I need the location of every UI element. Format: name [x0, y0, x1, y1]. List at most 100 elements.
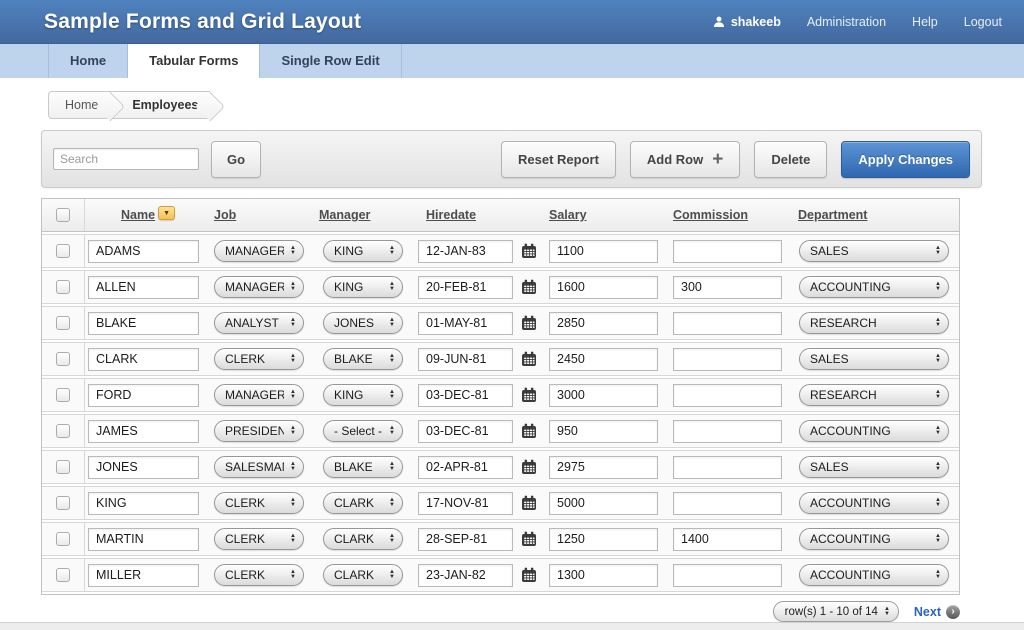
calendar-icon[interactable]	[521, 279, 537, 295]
reset-report-button[interactable]: Reset Report	[501, 141, 616, 178]
apply-changes-button[interactable]: Apply Changes	[841, 141, 970, 178]
hiredate-input[interactable]	[418, 384, 513, 407]
department-select[interactable]: SALES ▲▼	[799, 456, 949, 478]
row-range-select[interactable]: row(s) 1 - 10 of 14 ▲▼	[773, 601, 899, 622]
calendar-icon[interactable]	[521, 315, 537, 331]
commission-input[interactable]	[673, 492, 782, 515]
name-input[interactable]	[88, 312, 199, 335]
row-select-checkbox[interactable]	[56, 568, 70, 582]
manager-select[interactable]: - Select - ▲▼	[323, 420, 403, 442]
go-button[interactable]: Go	[211, 141, 261, 178]
job-select[interactable]: ANALYST ▲▼	[214, 312, 304, 334]
calendar-icon[interactable]	[521, 351, 537, 367]
salary-input[interactable]	[549, 456, 658, 479]
column-header-salary[interactable]: Salary	[549, 208, 587, 222]
manager-select[interactable]: BLAKE ▲▼	[323, 348, 403, 370]
salary-input[interactable]	[549, 276, 658, 299]
hiredate-input[interactable]	[418, 312, 513, 335]
column-header-name[interactable]: Name	[121, 208, 155, 222]
row-select-checkbox[interactable]	[56, 460, 70, 474]
hiredate-input[interactable]	[418, 492, 513, 515]
column-header-commission[interactable]: Commission	[673, 208, 748, 222]
row-select-checkbox[interactable]	[56, 496, 70, 510]
help-link[interactable]: Help	[912, 15, 938, 29]
logout-link[interactable]: Logout	[964, 15, 1002, 29]
job-select[interactable]: MANAGER ▲▼	[214, 240, 304, 262]
name-input[interactable]	[88, 240, 199, 263]
name-input[interactable]	[88, 456, 199, 479]
column-header-manager[interactable]: Manager	[319, 208, 370, 222]
hiredate-input[interactable]	[418, 564, 513, 587]
job-select[interactable]: MANAGER ▲▼	[214, 384, 304, 406]
salary-input[interactable]	[549, 348, 658, 371]
department-select[interactable]: ACCOUNTING ▲▼	[799, 420, 949, 442]
name-input[interactable]	[88, 564, 199, 587]
manager-select[interactable]: BLAKE ▲▼	[323, 456, 403, 478]
department-select[interactable]: ACCOUNTING ▲▼	[799, 492, 949, 514]
department-select[interactable]: ACCOUNTING ▲▼	[799, 564, 949, 586]
breadcrumb-home[interactable]: Home	[48, 91, 110, 119]
department-select[interactable]: SALES ▲▼	[799, 240, 949, 262]
row-select-checkbox[interactable]	[56, 280, 70, 294]
department-select[interactable]: ACCOUNTING ▲▼	[799, 528, 949, 550]
delete-button[interactable]: Delete	[754, 141, 827, 178]
column-header-job[interactable]: Job	[214, 208, 236, 222]
name-input[interactable]	[88, 420, 199, 443]
job-select[interactable]: CLERK ▲▼	[214, 528, 304, 550]
commission-input[interactable]	[673, 564, 782, 587]
manager-select[interactable]: KING ▲▼	[323, 276, 403, 298]
commission-input[interactable]	[673, 384, 782, 407]
name-input[interactable]	[88, 528, 199, 551]
job-select[interactable]: CLERK ▲▼	[214, 348, 304, 370]
column-header-department[interactable]: Department	[798, 208, 867, 222]
search-input[interactable]	[53, 148, 199, 170]
job-select[interactable]: CLERK ▲▼	[214, 564, 304, 586]
calendar-icon[interactable]	[521, 495, 537, 511]
job-select[interactable]: MANAGER ▲▼	[214, 276, 304, 298]
job-select[interactable]: SALESMAN ▲▼	[214, 456, 304, 478]
salary-input[interactable]	[549, 420, 658, 443]
hiredate-input[interactable]	[418, 456, 513, 479]
name-input[interactable]	[88, 492, 199, 515]
add-row-button[interactable]: Add Row +	[630, 141, 740, 178]
salary-input[interactable]	[549, 312, 658, 335]
department-select[interactable]: RESEARCH ▲▼	[799, 384, 949, 406]
tab-home[interactable]: Home	[48, 44, 128, 78]
commission-input[interactable]	[673, 528, 782, 551]
commission-input[interactable]	[673, 240, 782, 263]
name-input[interactable]	[88, 348, 199, 371]
select-all-checkbox[interactable]	[56, 208, 70, 222]
commission-input[interactable]	[673, 348, 782, 371]
department-select[interactable]: ACCOUNTING ▲▼	[799, 276, 949, 298]
commission-input[interactable]	[673, 456, 782, 479]
job-select[interactable]: CLERK ▲▼	[214, 492, 304, 514]
hiredate-input[interactable]	[418, 420, 513, 443]
calendar-icon[interactable]	[521, 459, 537, 475]
row-select-checkbox[interactable]	[56, 388, 70, 402]
administration-link[interactable]: Administration	[807, 15, 886, 29]
calendar-icon[interactable]	[521, 531, 537, 547]
salary-input[interactable]	[549, 528, 658, 551]
salary-input[interactable]	[549, 240, 658, 263]
calendar-icon[interactable]	[521, 423, 537, 439]
calendar-icon[interactable]	[521, 567, 537, 583]
commission-input[interactable]	[673, 420, 782, 443]
department-select[interactable]: SALES ▲▼	[799, 348, 949, 370]
commission-input[interactable]	[673, 312, 782, 335]
row-select-checkbox[interactable]	[56, 352, 70, 366]
column-header-hiredate[interactable]: Hiredate	[426, 208, 476, 222]
manager-select[interactable]: KING ▲▼	[323, 384, 403, 406]
manager-select[interactable]: KING ▲▼	[323, 240, 403, 262]
hiredate-input[interactable]	[418, 276, 513, 299]
next-page-link[interactable]: Next ›	[914, 605, 960, 619]
manager-select[interactable]: JONES ▲▼	[323, 312, 403, 334]
department-select[interactable]: RESEARCH ▲▼	[799, 312, 949, 334]
tab-single-row-edit[interactable]: Single Row Edit	[260, 44, 401, 78]
sort-desc-icon[interactable]: ▼	[158, 206, 175, 220]
manager-select[interactable]: CLARK ▲▼	[323, 492, 403, 514]
calendar-icon[interactable]	[521, 243, 537, 259]
manager-select[interactable]: CLARK ▲▼	[323, 564, 403, 586]
salary-input[interactable]	[549, 384, 658, 407]
salary-input[interactable]	[549, 564, 658, 587]
tab-tabular-forms[interactable]: Tabular Forms	[128, 44, 260, 78]
